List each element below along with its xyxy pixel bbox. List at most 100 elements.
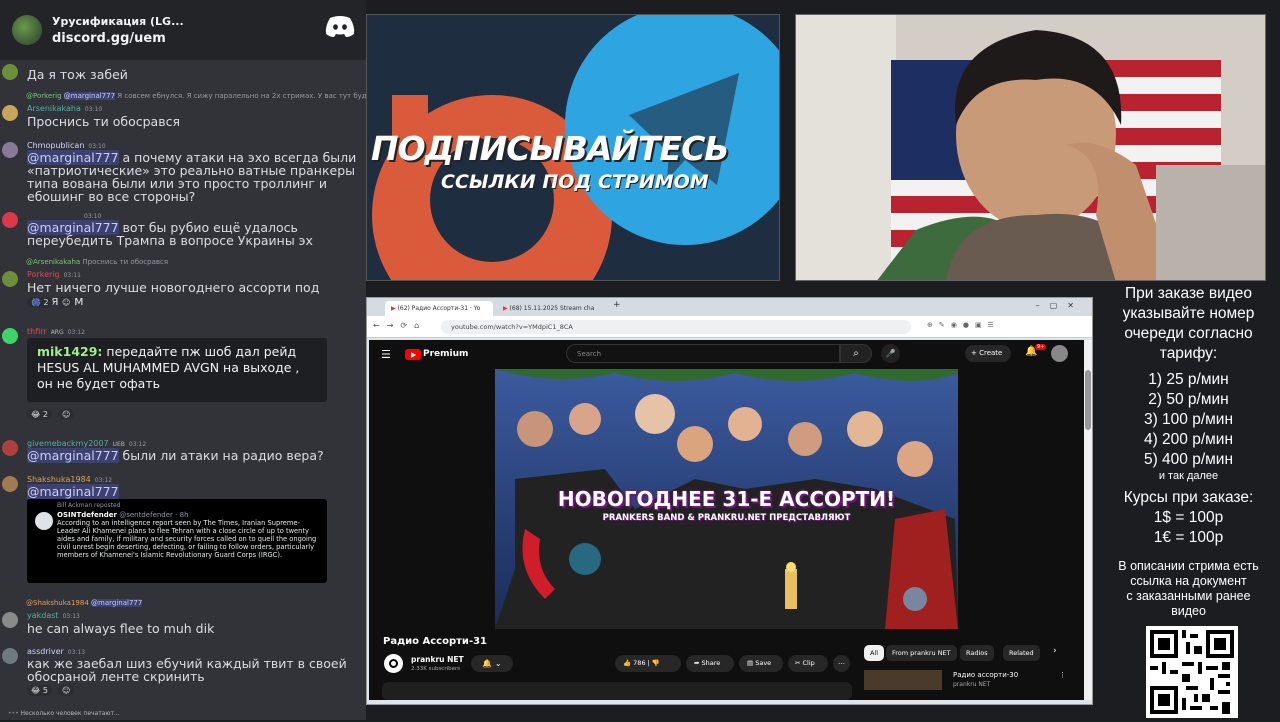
user-avatar <box>2 476 18 492</box>
subscribed-bell-button[interactable]: 🔔 ⌄ <box>471 655 513 672</box>
thumbnail-subtitle: PRANKERS BAND & PRANKRU.NET ПРЕДСТАВЛЯЮТ <box>602 513 851 523</box>
user-avatar <box>2 440 18 456</box>
promo-banner: ПОДПИСЫВАЙТЕСЬ ССЫЛКИ ПОД СТРИМОМ <box>366 14 780 281</box>
scrollbar[interactable] <box>1084 340 1092 700</box>
channel-avatar[interactable] <box>384 654 403 673</box>
account-avatar[interactable] <box>1051 345 1068 362</box>
username: thfirr ARG 03:12 <box>27 327 85 336</box>
user-avatar <box>2 64 18 80</box>
video-title: Радио Ассорти-31 <box>383 636 488 647</box>
chevron-right-icon[interactable]: › <box>1053 646 1057 656</box>
info-line: указывайте номер <box>1122 305 1255 322</box>
search-icon[interactable]: ⌕ <box>840 344 872 363</box>
description-note: с заказанными ранее <box>1126 589 1251 603</box>
reaction-badge[interactable]: 😂 5 <box>27 685 52 696</box>
username: Porkerig 03:11 <box>27 270 81 279</box>
chip-from-channel[interactable]: From prankru NET <box>886 645 957 661</box>
reply-mention: @marginal777 <box>63 92 116 100</box>
server-title: Урусификация (LG... <box>52 14 184 28</box>
add-reaction-icon[interactable]: ☺ <box>58 297 75 308</box>
discord-chat-overlay: Урусификация (LG... discord.gg/uem Да я … <box>0 0 366 720</box>
tab-active[interactable]: ▶ (62) Радио Ассорти-31 · Yo <box>385 301 493 316</box>
user-avatar <box>2 105 18 121</box>
rate-note: и так далее <box>1158 470 1219 482</box>
add-reaction-icon[interactable]: ☺ <box>58 409 75 420</box>
url-bar[interactable]: youtube.com/watch?v=YMdpiC1_8CA <box>441 320 911 334</box>
message-text: @marginal777 вот бы рубио ещё удалось пе… <box>27 220 313 248</box>
channel-name[interactable]: prankru NET <box>411 655 464 664</box>
webcam-image <box>796 15 1265 280</box>
video-player[interactable]: НОВОГОДНЕЕ 31-Е АССОРТИ! PRANKERS BAND &… <box>495 369 958 629</box>
timestamp: 03:11 <box>63 272 81 279</box>
reply-preview: @Shakshuka1984 @marginal777 <box>26 599 143 607</box>
message-text: как же заебал шиз ебучий каждый твит в с… <box>27 656 347 684</box>
description-box[interactable] <box>382 682 852 700</box>
subscriber-count: 2.33K subscribers <box>411 666 461 672</box>
reply-user: @Porkerig <box>26 92 62 100</box>
create-button[interactable]: + Create <box>965 345 1011 362</box>
share-button[interactable]: ➦ Share <box>686 655 734 672</box>
message-text: Проснись ти обосрався <box>27 114 180 129</box>
add-reaction-icon[interactable]: ☺ <box>58 685 75 696</box>
username: assdriver 03:13 <box>27 647 86 656</box>
window-controls[interactable]: –▢✕ <box>1036 301 1084 310</box>
notification-badge: 9+ <box>1035 344 1047 350</box>
tweet-text: According to an intelligence report seen… <box>57 519 317 559</box>
user-avatar <box>2 648 18 664</box>
typing-indicator: ••• Несколько человек печатают... <box>8 710 120 717</box>
chip-all[interactable]: All <box>864 645 885 661</box>
description-note: видео <box>1171 604 1206 618</box>
pricing-info-panel: При заказе видео указывайте номер очеред… <box>1097 284 1280 619</box>
server-invite-link[interactable]: discord.gg/uem <box>52 31 184 46</box>
youtube-logo-icon[interactable] <box>405 349 421 360</box>
timestamp: 03:13 <box>62 613 80 620</box>
recommended-channel: prankru NET <box>953 681 991 688</box>
recommended-title[interactable]: Радио ассорти-30 <box>953 671 1018 679</box>
more-actions-icon[interactable]: … <box>833 655 850 672</box>
message-text: Нет ничего лучше новогоднего ассорти под… <box>27 280 320 308</box>
tab-strip: ▶ (62) Радио Ассорти-31 · Yo ▶ (68) 15.1… <box>367 298 1092 316</box>
search-input[interactable]: Search <box>566 344 840 363</box>
address-bar-row: ←→⟳⌂ youtube.com/watch?v=YMdpiC1_8CA ⊕✎◉… <box>367 316 1092 338</box>
chip-related[interactable]: Related <box>1003 645 1040 661</box>
recommended-menu-icon[interactable]: ⋮ <box>1059 671 1066 679</box>
tab-inactive[interactable]: ▶ (68) 15.11.2025 Stream cha <box>497 301 601 316</box>
like-button[interactable]: 👍 786 | 👎 <box>615 655 681 672</box>
mention: @marginal777 <box>27 484 119 499</box>
description-note: В описании стрима есть <box>1118 559 1259 573</box>
user-avatar <box>2 271 18 287</box>
brand-label: Premium <box>423 349 469 359</box>
youtube-page: ☰ Premium Search ⌕ 🎤 + Create 🔔 9+ НОВОГ… <box>369 340 1084 700</box>
info-line: тарифу: <box>1159 345 1218 362</box>
info-line: При заказе видео <box>1124 285 1253 302</box>
timestamp: 03:10 <box>88 143 106 150</box>
thumbnail-title: НОВОГОДНЕЕ 31-Е АССОРТИ! <box>557 487 896 511</box>
timestamp: 03:10 <box>84 106 103 113</box>
reaction-badge[interactable]: 🎆 2 <box>27 297 53 308</box>
promo-subline: ССЫЛКИ ПОД СТРИМОМ <box>441 171 709 193</box>
chip-radios[interactable]: Radios <box>960 645 994 661</box>
clip-button[interactable]: ✂ Clip <box>788 655 828 672</box>
rate-line: 3) 100 р/мин <box>1143 411 1234 428</box>
menu-icon[interactable]: ☰ <box>381 348 391 361</box>
user-avatar <box>2 612 18 628</box>
reply-preview: @Porkerig @marginal777 Я совсем ебнулся.… <box>26 92 366 100</box>
webcam-feed <box>795 14 1266 281</box>
new-tab-button[interactable]: + <box>613 300 621 310</box>
rate-line: 5) 400 р/мин <box>1143 451 1234 468</box>
extension-icons[interactable]: ⊕✎◉●▣☰ <box>927 321 1000 329</box>
reaction-badge[interactable]: 😂 2 <box>27 409 52 420</box>
exchange-title: Курсы при заказе: <box>1123 489 1254 506</box>
rate-line: 1) 25 р/мин <box>1148 371 1229 388</box>
tweet-screenshot[interactable]: Bill Ackman reposted OSINTdefender @sent… <box>27 499 327 583</box>
save-button[interactable]: ▤ Save <box>739 655 783 672</box>
nav-buttons[interactable]: ←→⟳⌂ <box>373 321 426 330</box>
repost-label: Bill Ackman reposted <box>57 502 121 509</box>
username: givemebackmy2007 UEB 03:12 <box>27 439 147 448</box>
discord-logo-icon <box>325 16 355 37</box>
tweet-avatar <box>35 512 53 530</box>
recommended-thumbnail[interactable] <box>864 670 942 690</box>
message-text: @marginal777 были ли атаки на радио вера… <box>27 448 324 463</box>
timestamp: 03:12 <box>94 477 113 484</box>
mic-icon[interactable]: 🎤 <box>881 344 900 363</box>
